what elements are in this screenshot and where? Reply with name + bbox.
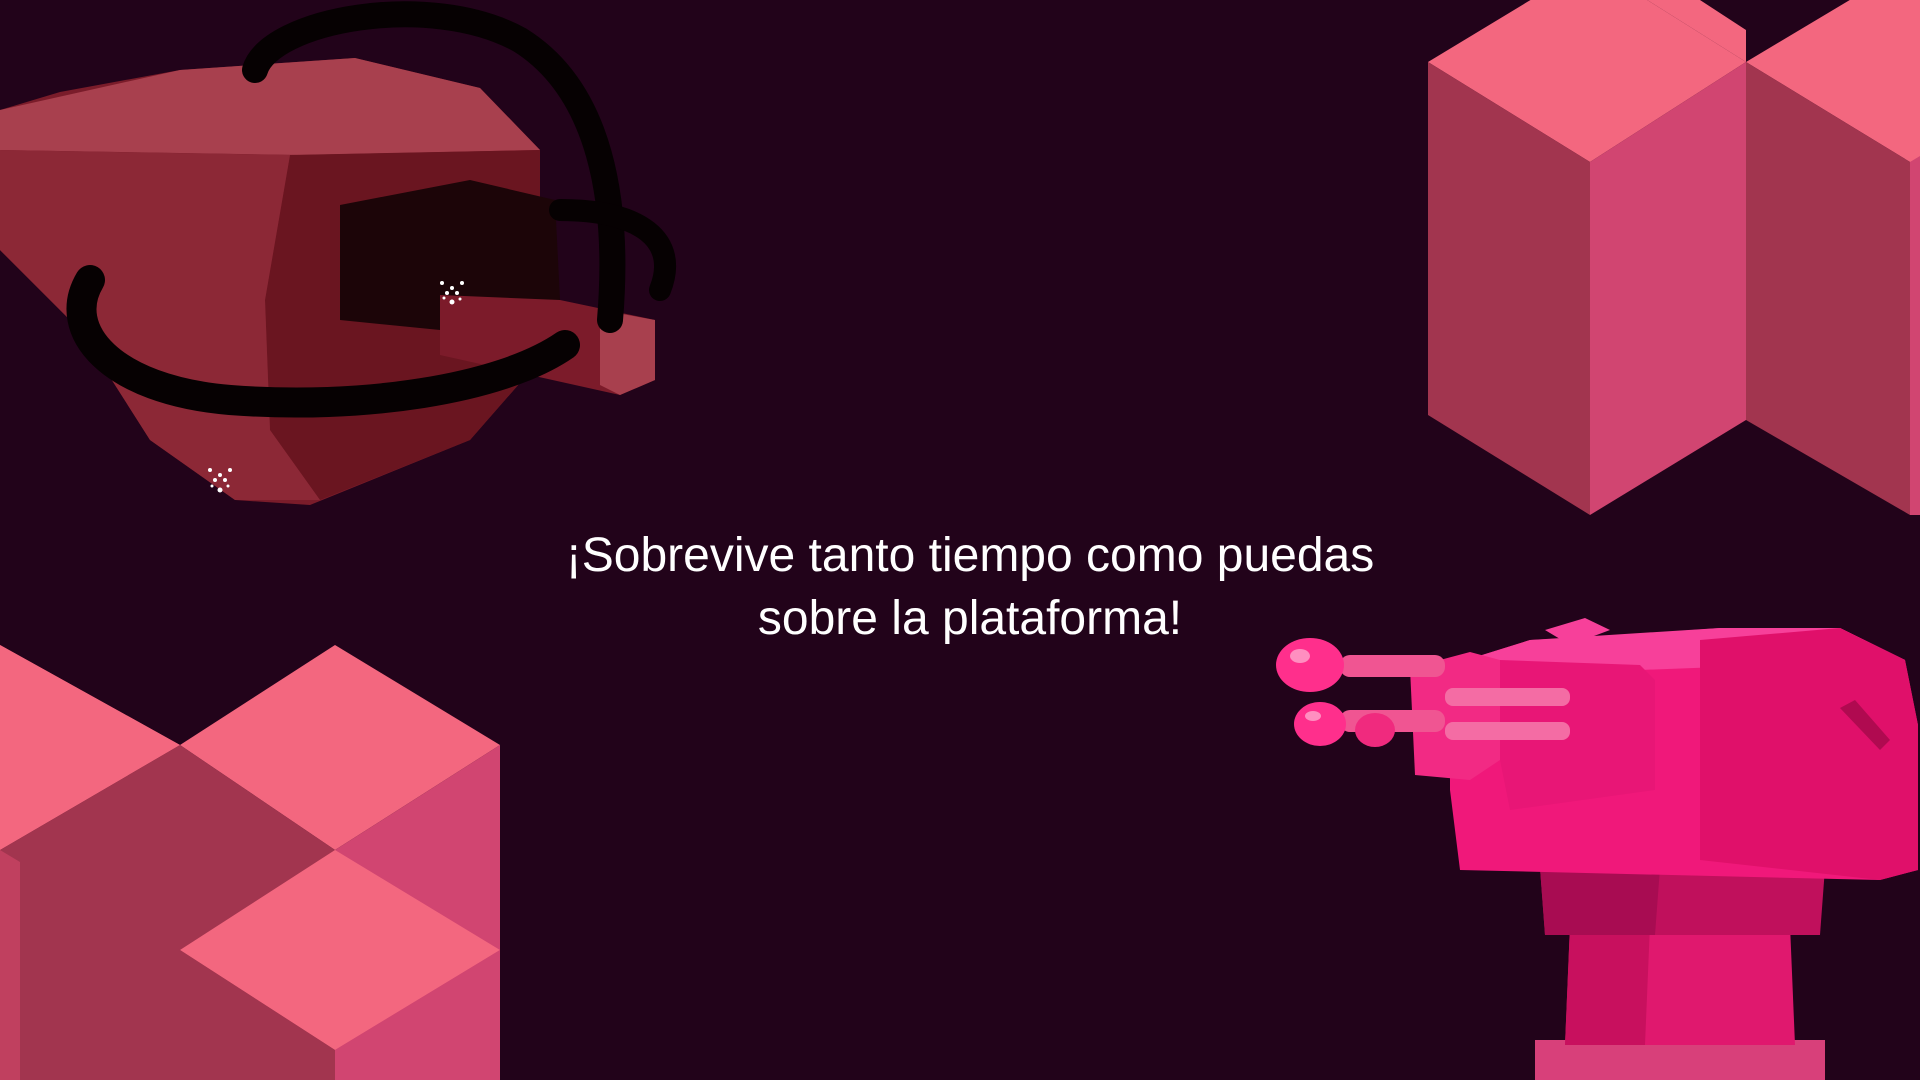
hint-message-line-1: ¡Sobrevive tanto tiempo como puedas	[565, 529, 1375, 582]
hint-message-line-2: sobre la plataforma!	[757, 592, 1183, 645]
turret-head-side	[1700, 628, 1918, 880]
turret-muzzle	[1294, 702, 1346, 746]
hint-message: ¡Sobrevive tanto tiempo como puedas sobr…	[460, 524, 1480, 650]
turret-base-lower	[1535, 1040, 1825, 1080]
turret-barrel	[1340, 655, 1445, 677]
game-viewport: ¡Sobrevive tanto tiempo como puedas sobr…	[0, 0, 1920, 1080]
